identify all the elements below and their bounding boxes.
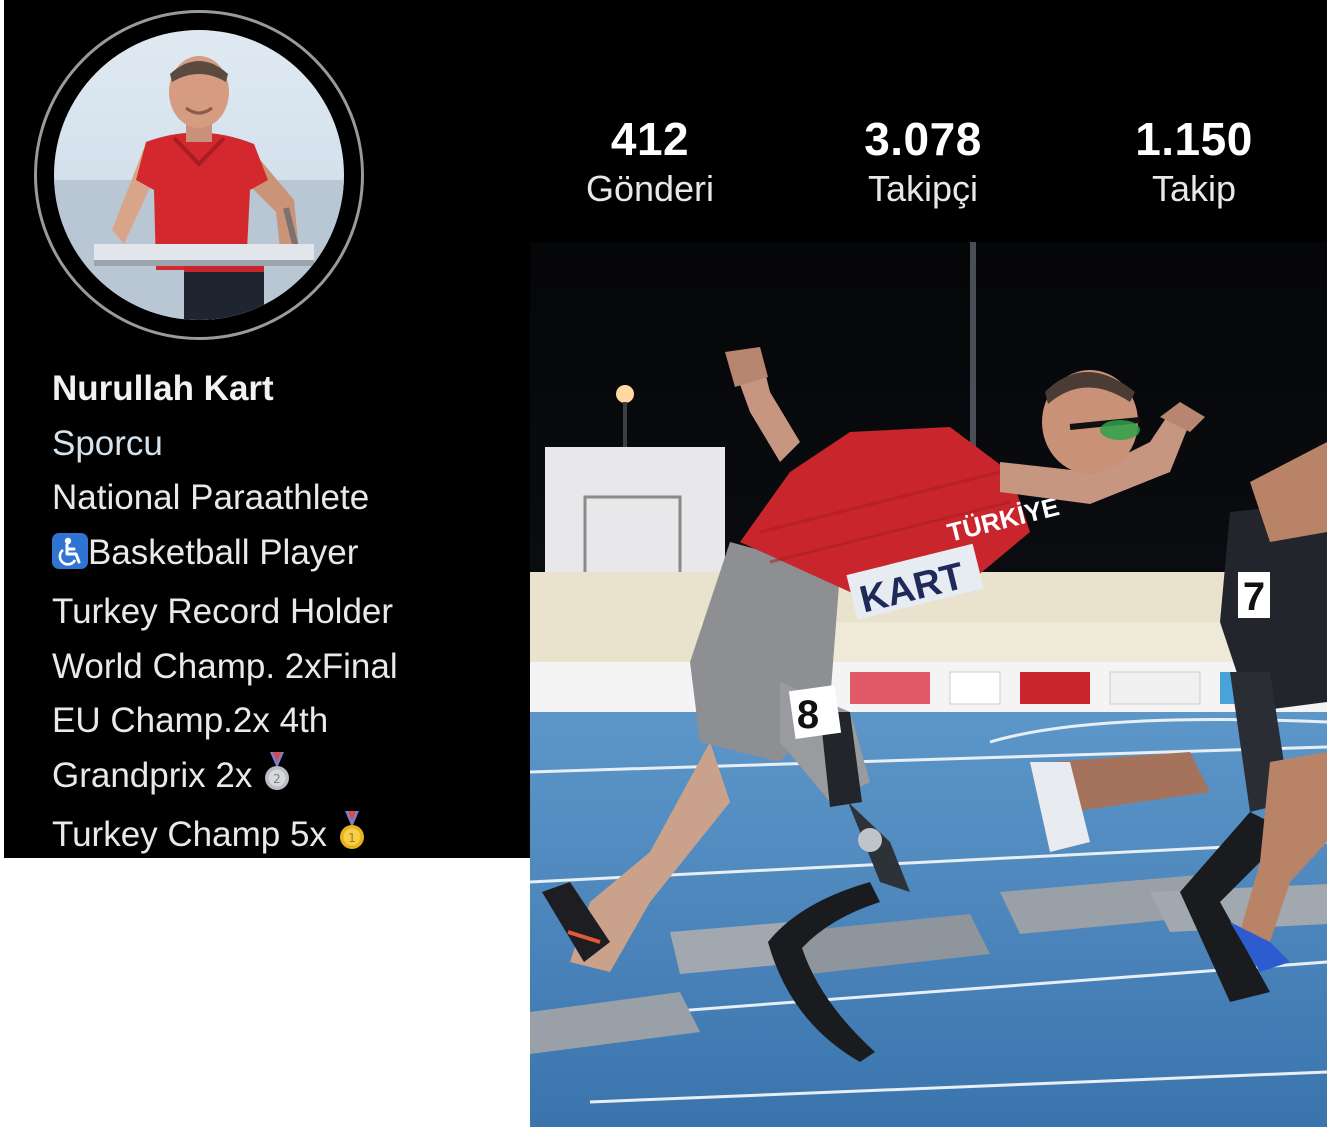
wheelchair-icon	[52, 531, 88, 586]
bio-line: Grandprix 2x 2	[52, 749, 522, 809]
avatar-photo	[54, 30, 344, 320]
profile-stats-bar: 412 Gönderi 3.078 Takipçi 1.150 Takip	[530, 0, 1327, 242]
posts-label: Gönderi	[585, 168, 715, 209]
profile-category: Sporcu	[52, 423, 163, 463]
profile-avatar[interactable]	[54, 30, 344, 320]
profile-name: Nurullah Kart	[52, 369, 274, 408]
followers-label: Takipçi	[867, 168, 979, 209]
bio-line: Turkey Champ 5x 1	[52, 808, 522, 868]
followers-stat[interactable]: 3.078 Takipçi	[813, 112, 1033, 212]
followers-count: 3.078	[864, 113, 982, 165]
other-runner-bib: 7	[1243, 575, 1265, 619]
bio-line-text: Turkey Champ 5x	[52, 815, 327, 854]
following-stat[interactable]: 1.150 Takip	[1084, 112, 1304, 212]
bio-line: National Paraathlete	[52, 478, 370, 517]
sprint-start-photo: 8 TÜRKİYE KART 7	[530, 242, 1327, 1127]
posts-stat[interactable]: 412 Gönderi	[540, 112, 760, 212]
bio-line: Basketball Player	[52, 526, 522, 586]
svg-text:2: 2	[273, 772, 281, 786]
bio-line-text: Grandprix 2x	[52, 755, 253, 795]
screenshot-collage: 412 Gönderi 3.078 Takipçi 1.150 Takip Nu…	[0, 0, 1327, 1127]
svg-text:1: 1	[348, 831, 356, 845]
following-label: Takip	[1151, 168, 1237, 209]
gold-medal-icon: 1	[337, 811, 367, 868]
sprint-photo-image: 8 TÜRKİYE KART 7	[530, 242, 1327, 1127]
bio-line: EU Champ.2x 4th	[52, 701, 329, 740]
bio-line: World Champ. 2xFinal	[52, 646, 398, 686]
bio-line: Turkey Record Holder	[52, 592, 394, 631]
silver-medal-icon: 2	[262, 751, 292, 809]
profile-header: Nurullah Kart Sporcu National Paraathlet…	[4, 0, 532, 858]
profile-bio: Nurullah Kart Sporcu National Paraathlet…	[52, 362, 522, 868]
posts-count: 412	[610, 113, 690, 165]
following-count: 1.150	[1135, 113, 1253, 165]
leg-bib-number: 8	[797, 693, 819, 737]
bio-line-text: Basketball Player	[88, 532, 359, 572]
